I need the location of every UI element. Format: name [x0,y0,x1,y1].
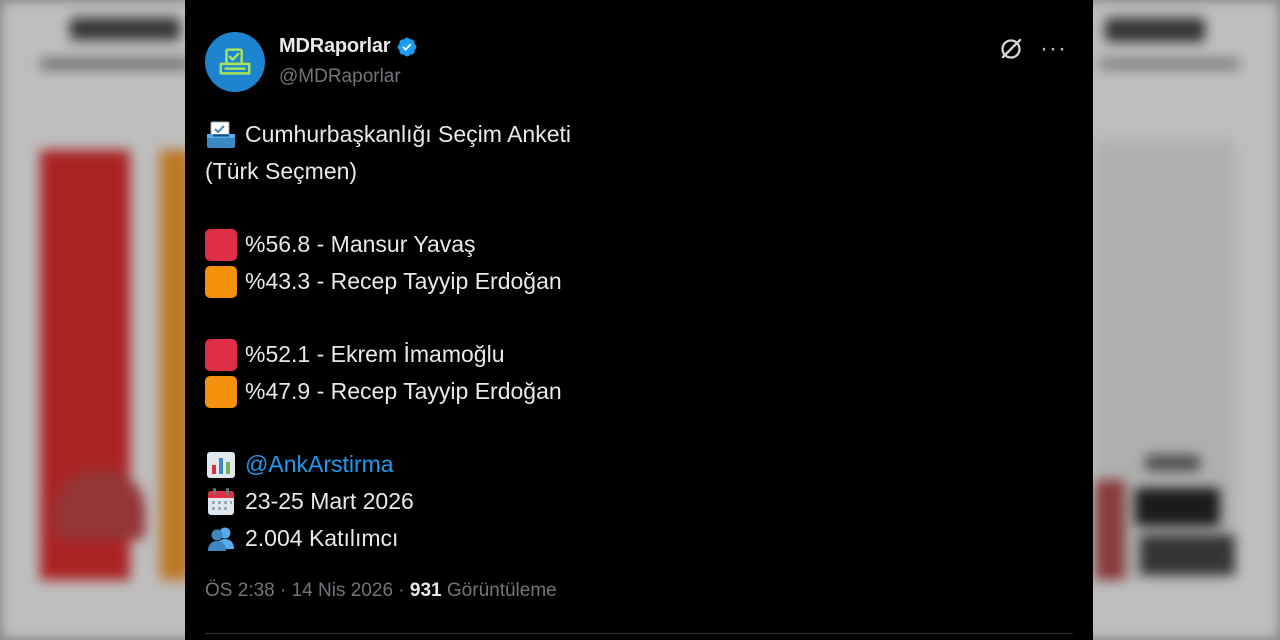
red-square-icon [205,338,237,371]
result-text: %47.9 - Recep Tayyip Erdoğan [245,378,562,404]
result-text: %56.8 - Mansur Yavaş [245,231,476,257]
header-actions: ··· [998,36,1067,62]
subtitle-line: (Türk Seçmen) [205,153,1073,190]
orange-square-icon [205,265,237,298]
divider [205,633,1073,634]
date-line: 23-25 Mart 2026 [205,483,1073,520]
participants-count: 2.004 Katılımcı [245,525,399,551]
poll-title: Cumhurbaşkanlığı Seçim Anketi [245,121,571,147]
ballot-box-icon [205,119,237,151]
ballot-avatar-icon [219,48,251,75]
tweet-text: Cumhurbaşkanlığı Seçim Anketi (Türk Seçm… [205,116,1073,557]
tweet-meta: ÖS 2:38 · 14 Nis 2026 · 931 Görüntüleme [205,580,557,602]
background-shade-right [1093,0,1280,640]
title-line: Cumhurbaşkanlığı Seçim Anketi [205,116,1073,153]
source-line: @AnkArstirma [205,446,1073,483]
views-label: Görüntüleme [446,580,557,601]
people-icon [205,523,237,555]
result-text: %52.1 - Ekrem İmamoğlu [245,341,505,367]
tweet-card: MDRaporlar @MDRaporlar ··· Cumhurbaşkanl… [185,0,1093,640]
meta-separator: · [280,580,287,601]
tweet-header: MDRaporlar @MDRaporlar ··· [205,32,1073,96]
participants-line: 2.004 Katılımcı [205,520,1073,557]
source-mention-link[interactable]: @AnkArstirma [245,446,394,483]
views-count: 931 [409,580,442,601]
post-date[interactable]: 14 Nis 2026 [292,580,393,601]
author-display-name[interactable]: MDRaporlar [279,35,391,58]
date-range: 23-25 Mart 2026 [245,488,414,514]
avatar[interactable] [205,32,265,92]
calendar-icon [205,486,237,518]
result-line: %52.1 - Ekrem İmamoğlu [205,336,1073,373]
background-shade-left [0,0,185,640]
grok-icon[interactable] [998,36,1024,62]
poll-subtitle: (Türk Seçmen) [205,158,358,184]
more-icon[interactable]: ··· [1040,37,1067,61]
verified-badge-icon [396,36,418,58]
result-text: %43.3 - Recep Tayyip Erdoğan [245,268,562,294]
author-handle[interactable]: @MDRaporlar [279,66,401,88]
meta-separator: · [398,580,405,601]
bar-chart-icon [205,449,237,481]
orange-square-icon [205,375,237,408]
red-square-icon [205,228,237,261]
result-line: %56.8 - Mansur Yavaş [205,226,1073,263]
post-time[interactable]: ÖS 2:38 [205,580,275,601]
result-line: %47.9 - Recep Tayyip Erdoğan [205,373,1073,410]
author-name-row: MDRaporlar [279,35,418,58]
result-line: %43.3 - Recep Tayyip Erdoğan [205,263,1073,300]
